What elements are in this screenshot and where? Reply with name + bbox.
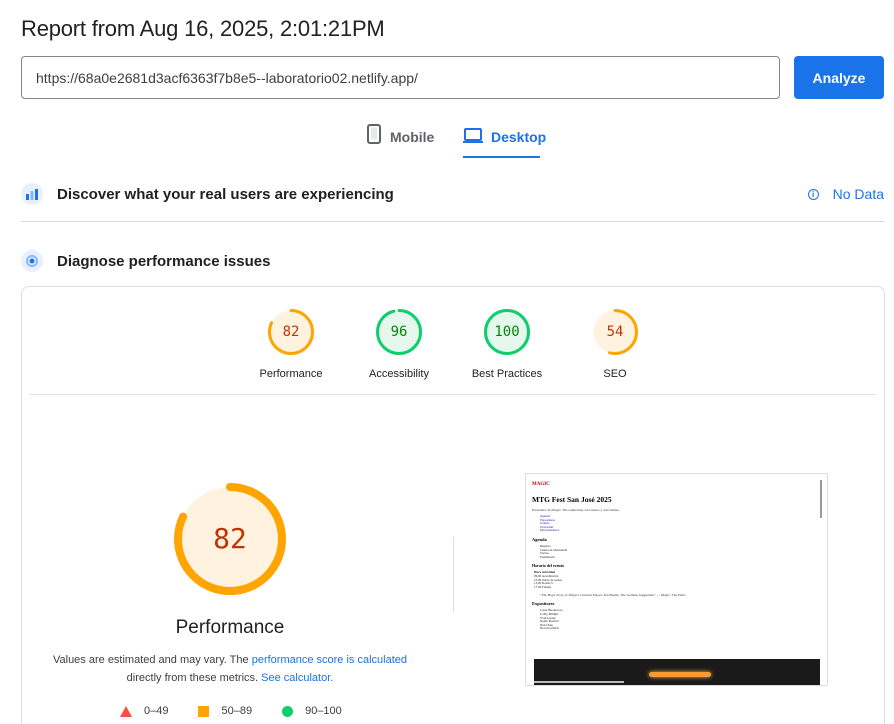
laptop-icon	[463, 122, 483, 147]
note-text: Values are estimated and may vary. The	[52, 654, 252, 666]
gauge-best-practices[interactable]: 100 Best Practices	[452, 309, 562, 380]
legend-average: 50–89	[198, 705, 252, 717]
screenshot-schedule-title: Horario del evento	[532, 563, 564, 569]
users-chart-icon	[21, 183, 43, 205]
diagnose-section: Diagnose performance issues	[21, 246, 884, 276]
gauge-accessibility[interactable]: 96 Accessibility	[344, 309, 454, 380]
legend-fail-label: 0–49	[144, 705, 169, 717]
screenshot-agenda-title: Agenda	[532, 536, 547, 542]
diagnose-title: Diagnose performance issues	[57, 252, 271, 270]
diagnose-icon	[21, 250, 43, 272]
report-title: Report from Aug 16, 2025, 2:01:21PM	[21, 16, 385, 41]
vertical-divider	[453, 537, 454, 612]
gauge-label: Performance	[259, 368, 323, 380]
analyze-button[interactable]: Analyze	[794, 56, 884, 99]
screenshot-logo: MAGIC	[532, 482, 550, 487]
agenda-item: Premiación	[540, 554, 555, 559]
gauge-label: Accessibility	[369, 368, 429, 380]
gauge-value: 100	[494, 324, 520, 340]
screenshot-exhibitors-title: Expositores	[532, 601, 555, 607]
gauge-seo[interactable]: 54 SEO	[560, 309, 670, 380]
legend-pass-label: 90–100	[305, 705, 342, 717]
circle-icon	[282, 705, 294, 717]
gauge-ring: 100	[484, 309, 530, 355]
no-data-status[interactable]: i No Data	[807, 186, 884, 202]
tab-desktop-label: Desktop	[491, 129, 547, 145]
tab-desktop[interactable]: Desktop	[463, 122, 546, 158]
screenshot-exhibitors: Caver Buonocore Colby Phillips Vlad Lorent…	[540, 609, 820, 631]
screenshot-agenda: Registro Charla de bienvenida Torneo Premia…	[540, 544, 820, 559]
tab-mobile[interactable]: Mobile	[366, 122, 434, 158]
section-divider	[21, 221, 884, 222]
page-screenshot[interactable]: MAGIC MTG Fest San José 2025 Encuentro d…	[525, 473, 828, 686]
info-icon: i	[807, 188, 819, 200]
screenshot-quote: "The Hope Story of Magic's Greatest Play…	[540, 593, 686, 598]
triangle-icon	[120, 705, 132, 717]
legend-pass: 90–100	[282, 705, 342, 717]
url-input[interactable]	[21, 56, 780, 99]
performance-big-value: 82	[213, 522, 247, 555]
no-data-label: No Data	[832, 186, 884, 202]
nav-item: Patrocinadores	[540, 528, 559, 533]
note-text-2: directly from these metrics.	[126, 672, 262, 684]
screenshot-nav: Agenda Expositores Galería Ubicación Patroci…	[540, 514, 820, 533]
discover-section[interactable]: Discover what your real users are experi…	[21, 179, 884, 209]
gauge-ring: 96	[376, 309, 422, 355]
gauge-value: 82	[282, 324, 300, 340]
screenshot-intro: Encuentro de Magic: The Gathering con to…	[532, 508, 620, 512]
gauge-value: 54	[606, 324, 624, 340]
report-card: 82 Performance 96 Accessibility 100 Best…	[21, 286, 885, 724]
light-flare	[649, 672, 711, 677]
score-legend: 0–49 50–89 90–100	[120, 705, 372, 717]
screenshot-hscrollbar	[534, 681, 624, 683]
square-icon	[198, 705, 210, 717]
discover-title: Discover what your real users are experi…	[57, 185, 394, 203]
performance-score-link[interactable]: performance score is calculated	[252, 654, 407, 666]
see-calculator-link[interactable]: See calculator.	[261, 672, 333, 684]
gauge-label: Best Practices	[471, 368, 543, 380]
screenshot-scrollbar	[820, 480, 822, 518]
card-divider	[30, 394, 876, 395]
gauge-performance[interactable]: 82 Performance	[236, 309, 346, 380]
gauge-ring: 82	[268, 309, 314, 355]
gauge-ring: 54	[592, 309, 638, 355]
performance-big-gauge: 82	[174, 483, 286, 595]
screenshot-schedule: Hora Actividad 09:00 Acreditación 10:00 I…	[534, 571, 820, 589]
screenshot-heading: MTG Fest San José 2025	[532, 495, 612, 504]
performance-note: Values are estimated and may vary. The p…	[50, 651, 410, 687]
phone-icon	[366, 122, 382, 147]
screenshot-content: MAGIC MTG Fest San José 2025 Encuentro d…	[532, 482, 820, 631]
performance-title: Performance	[175, 617, 285, 638]
legend-fail: 0–49	[120, 705, 168, 717]
tab-mobile-label: Mobile	[390, 129, 435, 145]
device-tabs: Mobile Desktop	[0, 122, 894, 158]
gauge-value: 96	[390, 324, 408, 340]
schedule-row: 17:00 Finales	[534, 584, 552, 589]
exhibitor-item: Nora Gottfeldt	[540, 626, 559, 631]
legend-average-label: 50–89	[221, 705, 253, 717]
gauge-label: SEO	[603, 368, 627, 380]
